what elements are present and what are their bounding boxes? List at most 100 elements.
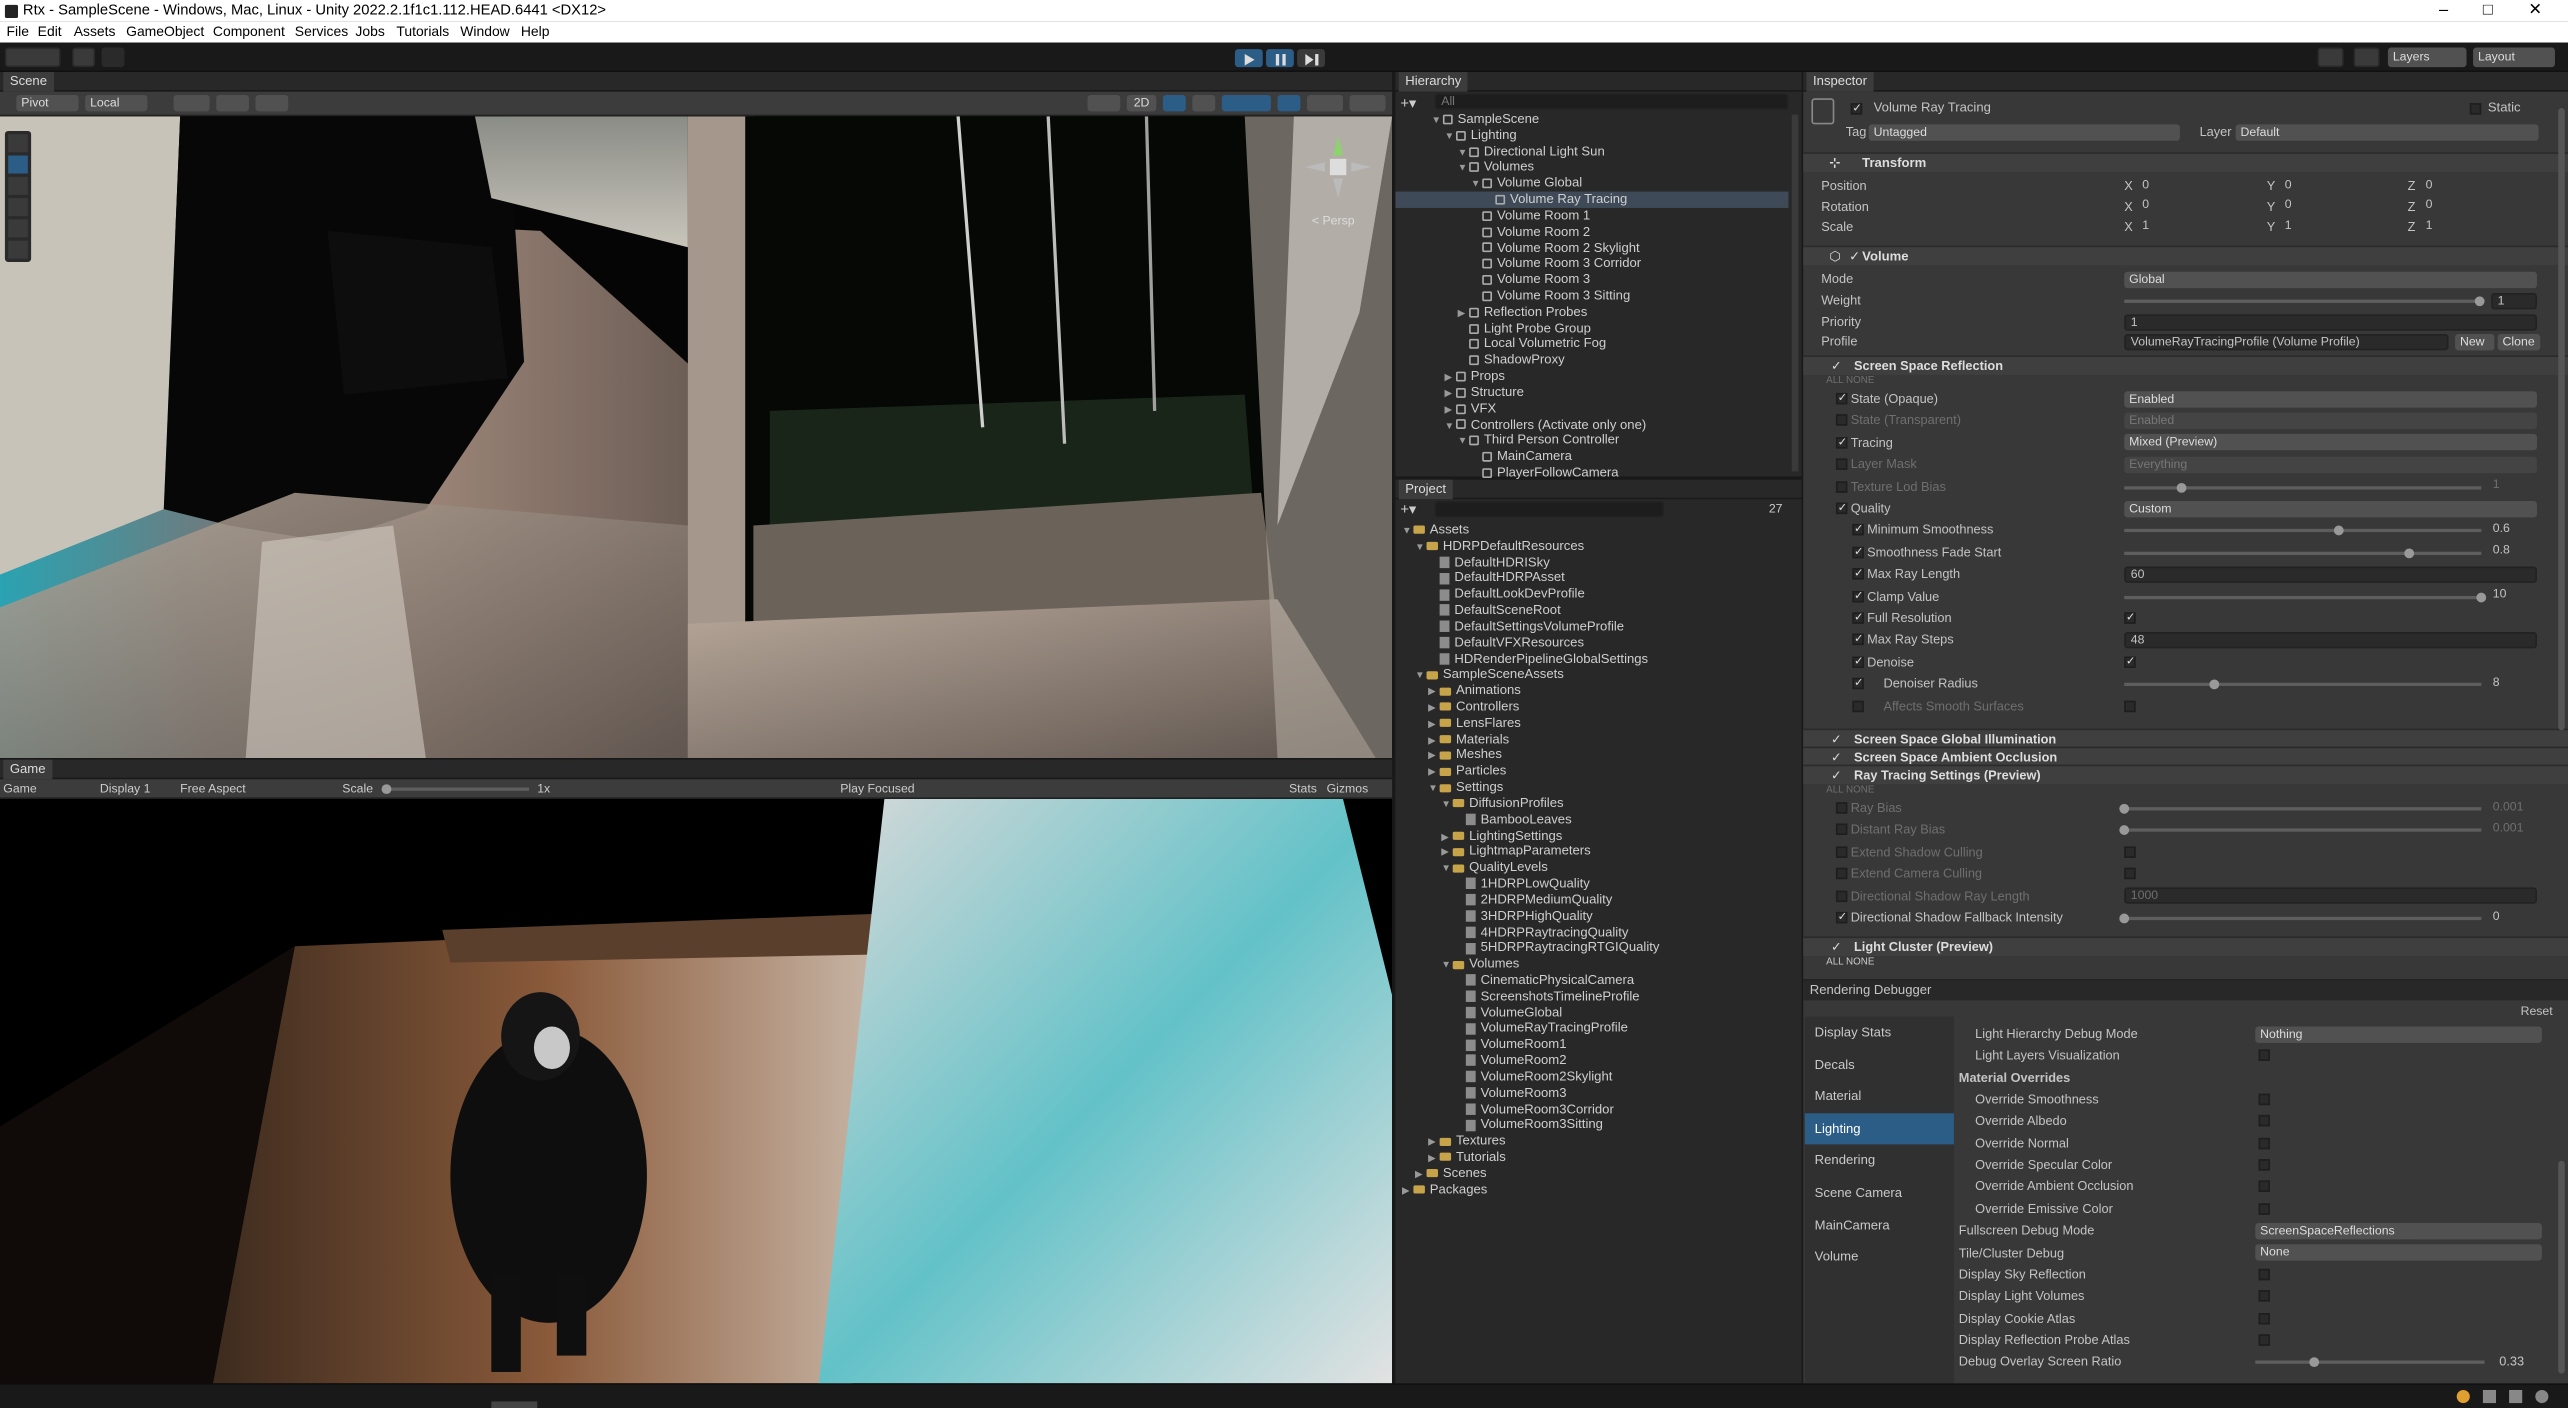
property-slider[interactable] xyxy=(2119,825,2482,836)
hierarchy-item[interactable]: ▼ Directional Light Sun xyxy=(1458,143,1605,159)
project-item[interactable]: VolumeGlobal xyxy=(1454,1005,1562,1021)
debugger-checkbox[interactable] xyxy=(2258,1137,2270,1149)
menu-jobs[interactable]: Jobs xyxy=(355,21,384,42)
network-icon[interactable] xyxy=(2482,1389,2497,1404)
property-value[interactable]: 0 xyxy=(2488,909,2537,925)
project-item[interactable]: ▶ Materials xyxy=(1428,731,1509,747)
menu-gameobject[interactable]: GameObject xyxy=(126,21,204,42)
project-item[interactable]: ▶ Animations xyxy=(1428,683,1521,699)
override-checkbox[interactable]: ✓ xyxy=(1852,546,1864,558)
expand-arrow-icon[interactable]: ▼ xyxy=(1458,163,1469,179)
project-item[interactable]: VolumeRoom3 xyxy=(1454,1085,1567,1101)
transform-tool-icon[interactable] xyxy=(8,240,28,259)
draw-mode-icon[interactable] xyxy=(1087,94,1121,112)
transform-rotation-z[interactable]: 0 xyxy=(2421,198,2545,214)
property-dropdown[interactable]: Mixed (Preview) xyxy=(2124,434,2537,451)
snap-increment-icon[interactable] xyxy=(216,94,249,112)
override-checkbox[interactable]: ✓ xyxy=(1835,392,1848,405)
light-cluster-header[interactable]: ✓ Light Cluster (Preview) xyxy=(1803,936,2568,957)
property-slider[interactable] xyxy=(2124,592,2487,602)
property-value[interactable]: 0.8 xyxy=(2488,544,2537,560)
project-item[interactable]: VolumeRoom1 xyxy=(1454,1037,1567,1053)
project-item[interactable]: 1HDRPLowQuality xyxy=(1454,876,1590,892)
hierarchy-search-input[interactable]: All xyxy=(1434,93,1789,110)
project-item[interactable]: ▶ Scenes xyxy=(1415,1165,1487,1181)
project-item[interactable]: ▶ LightmapParameters xyxy=(1441,844,1590,860)
hierarchy-item[interactable]: Volume Ray Tracing xyxy=(1484,192,1627,208)
gizmos-button[interactable]: Gizmos xyxy=(1327,779,1369,799)
play-button[interactable] xyxy=(1234,49,1263,68)
property-checkbox[interactable]: ✓ xyxy=(2124,656,2136,668)
hierarchy-item[interactable]: ▶ Structure xyxy=(1445,385,1524,401)
menu-file[interactable]: File xyxy=(7,21,29,42)
slider-knob[interactable] xyxy=(2176,482,2187,493)
pause-button[interactable] xyxy=(1266,49,1294,68)
transform-header[interactable]: ⊹ Transform xyxy=(1803,152,2568,172)
rotate-tool-icon[interactable] xyxy=(8,176,28,195)
property-value[interactable]: 0.6 xyxy=(2488,522,2537,538)
tab-game[interactable]: Game xyxy=(3,759,53,780)
menu-window[interactable]: Window xyxy=(460,21,510,42)
debugger-slider-value[interactable]: 0.33 xyxy=(2499,1351,2524,1372)
project-item[interactable]: 2HDRPMediumQuality xyxy=(1454,892,1612,908)
property-field[interactable]: 60 xyxy=(2124,565,2537,583)
property-value[interactable]: 0.001 xyxy=(2488,800,2537,816)
project-item[interactable]: ▼ DiffusionProfiles xyxy=(1441,796,1563,812)
debug-icon[interactable] xyxy=(2509,1389,2523,1404)
project-item[interactable]: ▶ Controllers xyxy=(1428,699,1519,715)
priority-field[interactable]: 1 xyxy=(2124,313,2537,330)
hierarchy-item[interactable]: PlayerFollowCamera xyxy=(1471,465,1619,481)
project-item[interactable]: ▼ Settings xyxy=(1428,779,1503,795)
transform-position-y[interactable]: 0 xyxy=(2280,178,2404,194)
weight-slider[interactable] xyxy=(2124,296,2485,307)
hierarchy-item[interactable]: ▼ Controllers (Activate only one) xyxy=(1445,417,1647,433)
expand-arrow-icon[interactable]: ▼ xyxy=(1458,436,1469,452)
effects-dropdown-icon[interactable] xyxy=(1221,94,1271,112)
slider-knob[interactable] xyxy=(2208,679,2219,690)
slider-knob[interactable] xyxy=(2119,803,2130,814)
debugger-scrollbar[interactable] xyxy=(2558,1160,2565,1374)
override-checkbox[interactable]: ✓ xyxy=(1835,436,1848,449)
project-item[interactable]: ▶ LensFlares xyxy=(1428,715,1521,731)
object-name[interactable]: Volume Ray Tracing xyxy=(1874,100,1991,115)
debugger-checkbox[interactable] xyxy=(2258,1203,2270,1215)
project-item[interactable]: DefaultHDRISky xyxy=(1428,554,1550,570)
property-checkbox[interactable] xyxy=(2124,700,2136,712)
game-mode-dropdown[interactable]: Game xyxy=(3,779,36,799)
visibility-icon[interactable] xyxy=(1277,94,1301,112)
expand-arrow-icon[interactable]: ▼ xyxy=(1428,783,1439,799)
property-value[interactable]: 10 xyxy=(2488,588,2537,604)
project-item[interactable]: DefaultSettingsVolumeProfile xyxy=(1428,619,1624,635)
expand-arrow-icon[interactable]: ▶ xyxy=(1402,1185,1413,1201)
transform-scale-y[interactable]: 1 xyxy=(2280,219,2404,235)
hierarchy-scrollbar[interactable] xyxy=(1791,114,1799,472)
project-item[interactable]: DefaultVFXResources xyxy=(1428,635,1584,651)
property-slider[interactable] xyxy=(2124,548,2482,558)
active-checkbox[interactable]: ✓ xyxy=(1850,103,1863,115)
hierarchy-item[interactable]: ▼ Third Person Controller xyxy=(1458,433,1620,449)
hierarchy-item[interactable]: Volume Room 1 xyxy=(1471,208,1590,224)
rect-tool-icon[interactable] xyxy=(8,219,28,238)
align-icon[interactable] xyxy=(255,94,289,112)
search-icon[interactable] xyxy=(2353,47,2380,68)
project-item[interactable]: HDRenderPipelineGlobalSettings xyxy=(1428,651,1648,667)
ssr-all-none[interactable]: ALL NONE xyxy=(1826,377,1874,387)
override-checkbox[interactable]: ✓ xyxy=(1852,634,1864,646)
transform-scale-z[interactable]: 1 xyxy=(2421,219,2545,235)
tab-project[interactable]: Project xyxy=(1398,479,1453,500)
override-checkbox[interactable] xyxy=(1852,700,1864,712)
gizmos-dropdown-icon[interactable] xyxy=(1349,94,1386,112)
menu-services[interactable]: Services xyxy=(295,21,348,42)
layout-dropdown[interactable]: Layout xyxy=(2473,47,2555,68)
camera-settings-icon[interactable] xyxy=(1306,94,1343,112)
project-item[interactable]: ▶ Meshes xyxy=(1428,747,1502,763)
display-dropdown[interactable]: Display 1 xyxy=(100,779,151,799)
transform-scale-x[interactable]: 1 xyxy=(2137,219,2261,235)
project-item[interactable]: ScreenshotsTimelineProfile xyxy=(1454,988,1640,1004)
override-checkbox[interactable]: ✓ xyxy=(1835,502,1848,515)
scale-slider[interactable] xyxy=(381,784,530,795)
debugger-checkbox[interactable] xyxy=(2258,1159,2270,1171)
ssgi-header[interactable]: ✓ Screen Space Global Illumination xyxy=(1803,728,2568,749)
volume-mode-dropdown[interactable]: Global xyxy=(2124,270,2537,288)
move-tool-icon[interactable] xyxy=(8,155,28,174)
